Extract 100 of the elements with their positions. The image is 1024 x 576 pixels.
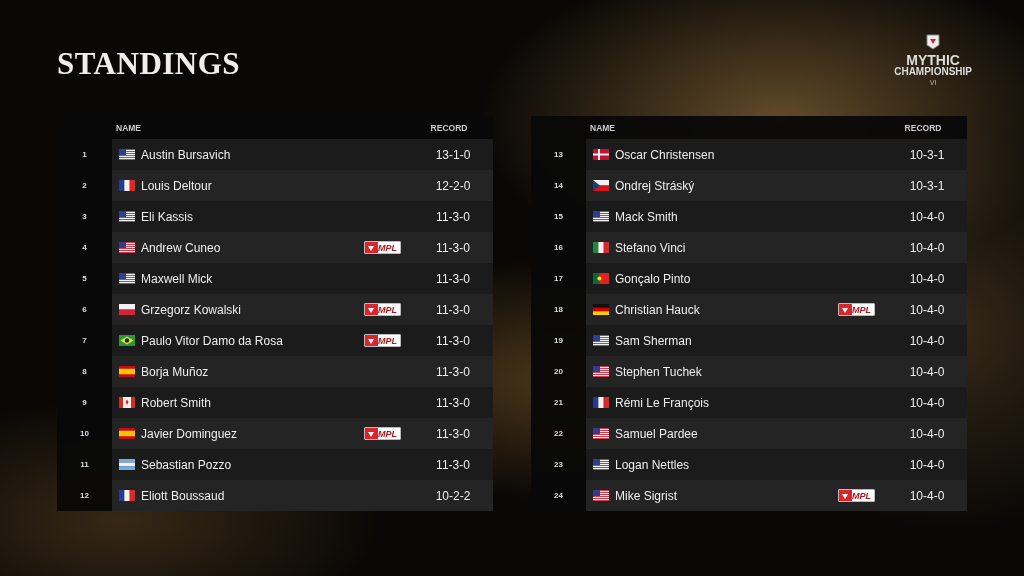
flag-icon <box>119 211 135 222</box>
flag-icon <box>593 149 609 160</box>
record-cell-text: 10-4-0 <box>908 271 946 286</box>
rank-cell-text: 24 <box>553 490 564 502</box>
record-cell-text: 10-3-1 <box>908 178 946 193</box>
record-cell-text: 11-3-0 <box>435 364 471 379</box>
rank-cell-text: 4 <box>81 242 88 254</box>
player-name: Ondrej Stráský <box>615 178 696 193</box>
player-name: Rémi Le François <box>615 395 711 410</box>
record-cell-text: 10-4-0 <box>908 364 946 379</box>
flag-icon <box>119 180 135 191</box>
column-header: NAME <box>589 122 617 133</box>
player-name: Logan Nettles <box>615 457 691 472</box>
record-cell-text: 13-1-0 <box>434 147 472 162</box>
player-name: Mack Smith <box>615 209 679 224</box>
player-name: Grzegorz Kowalski <box>141 302 243 317</box>
rank-cell-text: 11 <box>79 459 90 471</box>
rank-cell-text: 3 <box>81 211 88 223</box>
player-name: Paulo Vitor Damo da Rosa <box>141 333 284 348</box>
rank-cell-text: 10 <box>79 428 90 440</box>
player-name: Louis Deltour <box>141 178 213 193</box>
rank-cell-text: 7 <box>81 335 88 347</box>
player-name: Maxwell Mick <box>141 271 214 286</box>
rank-cell-text: 1 <box>81 149 88 161</box>
player-name: Javier Dominguez <box>141 426 239 441</box>
column-header: NAME <box>115 122 143 133</box>
flag-icon <box>593 211 609 222</box>
player-name: Stefano Vinci <box>615 240 687 255</box>
player-name: Samuel Pardee <box>615 426 699 441</box>
rank-cell-text: 12 <box>79 490 90 502</box>
record-cell-text: 10-4-0 <box>908 426 946 441</box>
rank-cell-text: 23 <box>553 459 564 471</box>
column-header: RECORD <box>903 122 943 133</box>
record-cell-text: 10-2-2 <box>434 488 472 503</box>
rank-cell-text: 5 <box>81 273 88 285</box>
record-cell-text: 11-3-0 <box>435 271 471 286</box>
flag-icon <box>119 242 135 253</box>
flag-icon <box>593 366 609 377</box>
record-cell-text: 10-4-0 <box>908 209 946 224</box>
league-badge: MPL <box>364 241 401 254</box>
player-name: Christian Hauck <box>615 302 701 317</box>
flag-icon <box>119 304 135 315</box>
logo-text: MYTHIC <box>906 53 960 67</box>
flag-icon <box>593 304 609 315</box>
record-cell-text: 11-3-0 <box>435 209 471 224</box>
player-name: Eliott Boussaud <box>141 488 226 503</box>
flag-icon <box>119 490 135 501</box>
page-title: STANDINGS <box>57 46 241 82</box>
record-cell-text: 10-4-0 <box>908 302 946 317</box>
player-name: Oscar Christensen <box>615 147 716 162</box>
player-name: Sebastian Pozzo <box>141 457 233 472</box>
player-name: Eli Kassis <box>141 209 194 224</box>
rank-cell-text: 16 <box>553 242 564 254</box>
flag-icon <box>593 335 609 346</box>
rank-cell-text: 13 <box>553 149 564 161</box>
player-name: Austin Bursavich <box>141 147 232 162</box>
player-name: Robert Smith <box>141 395 213 410</box>
player-name: Sam Sherman <box>615 333 693 348</box>
rank-cell-text: 20 <box>553 366 564 378</box>
flag-icon <box>593 273 609 284</box>
flag-icon <box>119 335 135 346</box>
record-cell-text: 11-3-0 <box>435 333 471 348</box>
rank-cell-text: 15 <box>553 211 564 223</box>
flag-icon <box>593 490 609 501</box>
flag-icon <box>119 366 135 377</box>
league-badge: MPL <box>364 427 401 440</box>
rank-cell-text: 8 <box>81 366 88 378</box>
player-name: Stephen Tuchek <box>615 364 703 379</box>
record-cell-text: 11-3-0 <box>435 395 471 410</box>
flag-icon <box>119 459 135 470</box>
league-badge: MPL <box>364 303 401 316</box>
league-badge: MPL <box>364 334 401 347</box>
record-cell-text: 12-2-0 <box>434 178 472 193</box>
league-badge: MPL <box>838 303 875 316</box>
league-badge: MPL <box>838 489 875 502</box>
record-cell-text: 10-4-0 <box>908 488 946 503</box>
player-name: Andrew Cuneo <box>141 240 222 255</box>
record-cell-text: 11-3-0 <box>435 240 471 255</box>
rank-cell-text: 18 <box>553 304 564 316</box>
logo-text: CHAMPIONSHIP <box>894 67 972 77</box>
flag-icon <box>593 459 609 470</box>
flag-icon <box>119 149 135 160</box>
rank-cell-text: 14 <box>553 180 564 192</box>
rank-cell-text: 19 <box>553 335 564 347</box>
column-header: RECORD <box>429 122 469 133</box>
flag-icon <box>119 273 135 284</box>
rank-cell-text: 9 <box>81 397 88 409</box>
record-cell-text: 11-3-0 <box>435 457 471 472</box>
rank-cell-text: 21 <box>553 397 564 409</box>
player-name: Borja Muñoz <box>141 364 210 379</box>
flag-icon <box>593 180 609 191</box>
flag-icon <box>119 397 135 408</box>
rank-cell-text: 6 <box>81 304 88 316</box>
rank-cell-text: 22 <box>553 428 564 440</box>
record-cell-text: 10-4-0 <box>908 333 946 348</box>
record-cell-text: 10-4-0 <box>908 240 946 255</box>
flag-icon <box>119 428 135 439</box>
record-cell-text: 10-3-1 <box>908 147 946 162</box>
record-cell-text: 11-3-0 <box>435 426 471 441</box>
shield-icon <box>926 34 941 50</box>
